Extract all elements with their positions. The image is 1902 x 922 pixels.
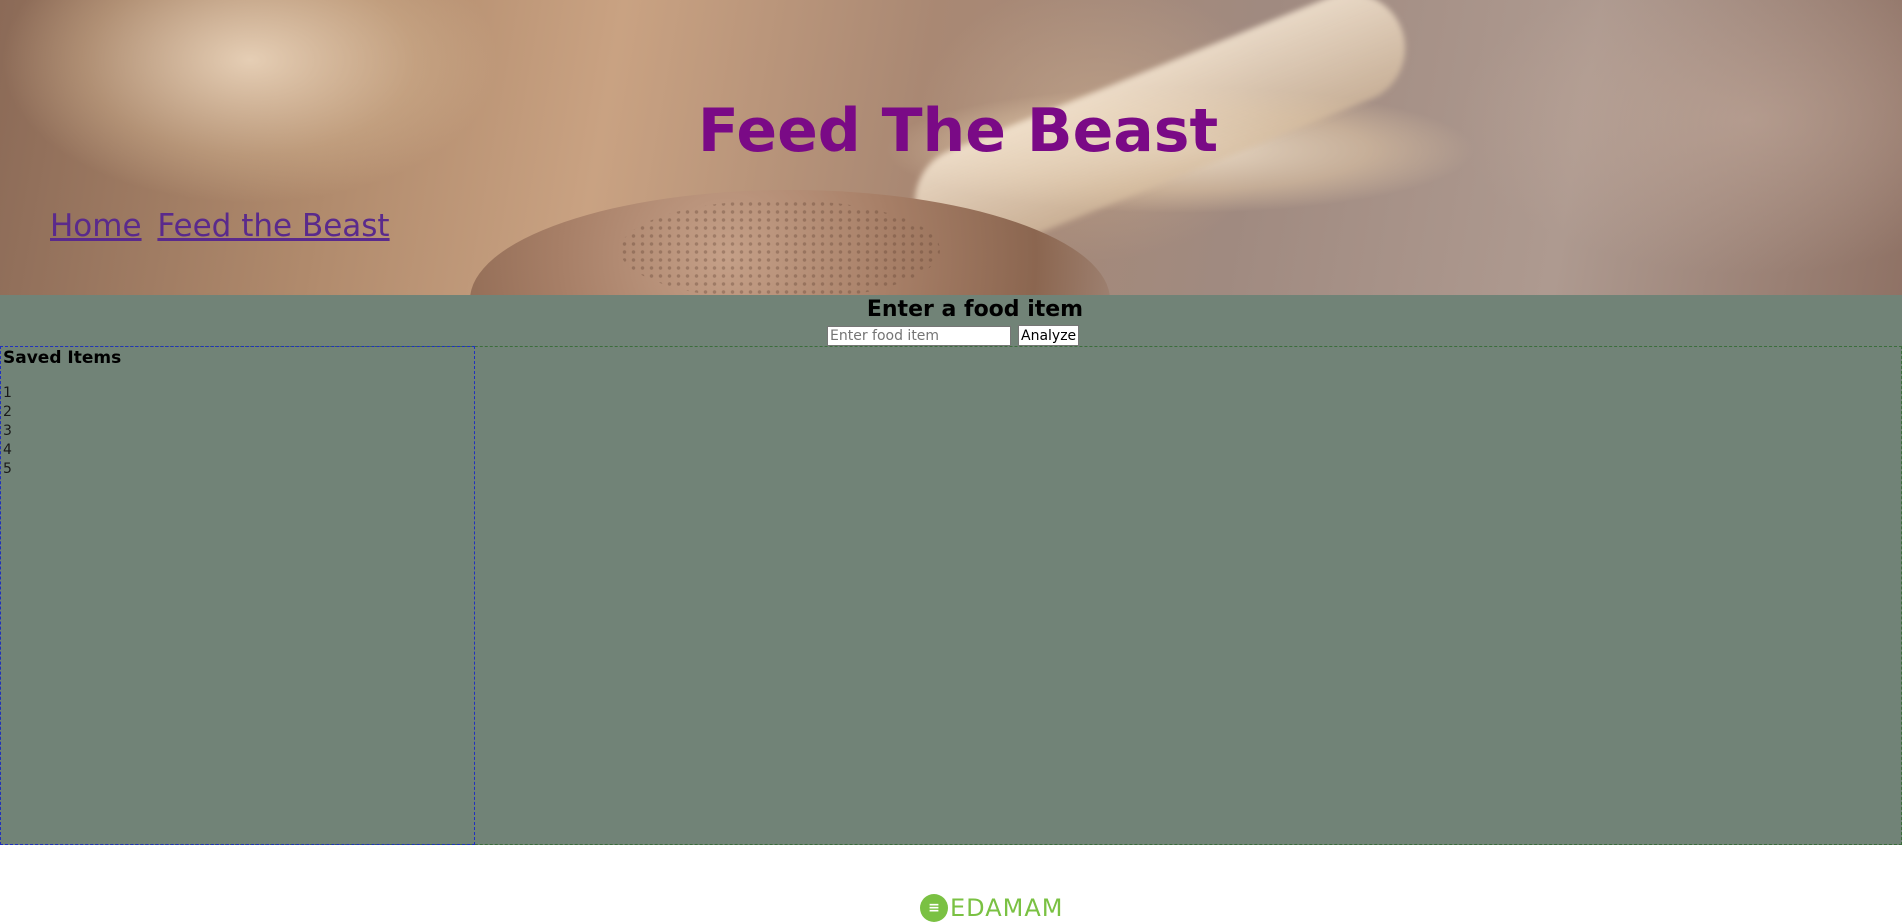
- food-item-input[interactable]: [827, 325, 1011, 346]
- saved-items-panel: Saved Items 1 2 3 4 5: [0, 346, 475, 845]
- saved-items-list: 1 2 3 4 5: [3, 384, 12, 479]
- saved-item[interactable]: 2: [3, 403, 12, 422]
- saved-items-title: Saved Items: [3, 348, 122, 368]
- edamam-attribution[interactable]: ≡ EDAMAM: [920, 894, 1063, 922]
- analyze-button[interactable]: Analyze: [1018, 325, 1080, 346]
- food-entry-form: Analyze: [827, 325, 1080, 346]
- edamam-logo-text: EDAMAM: [950, 894, 1064, 922]
- site-title: Feed The Beast: [697, 96, 1219, 166]
- nav-link-feed-the-beast[interactable]: Feed the Beast: [157, 208, 389, 244]
- food-entry-heading: Enter a food item: [866, 297, 1084, 322]
- saved-item[interactable]: 1: [3, 384, 12, 403]
- edamam-logo-icon: ≡: [920, 894, 948, 922]
- hero-banner: Feed The Beast Home Feed the Beast: [0, 0, 1902, 295]
- saved-item[interactable]: 5: [3, 460, 12, 479]
- main-nav: Home Feed the Beast: [50, 208, 396, 244]
- saved-item[interactable]: 4: [3, 441, 12, 460]
- main-content: Enter a food item Analyze Saved Items 1 …: [0, 295, 1902, 845]
- saved-item[interactable]: 3: [3, 422, 12, 441]
- hero-powder-texture: [620, 200, 940, 295]
- nav-link-home[interactable]: Home: [50, 208, 142, 244]
